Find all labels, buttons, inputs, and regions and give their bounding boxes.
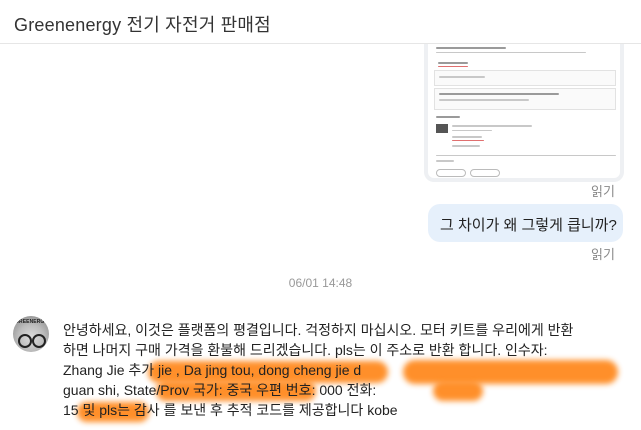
received-message: 안녕하세요, 이것은 플랫폼의 평결입니다. 걱정하지 마십시오. 모터 키트를… [63,320,623,422]
chat-header: Greenenergy 전기 자전거 판매점 [0,0,641,44]
sent-message-text: 그 차이가 왜 그렇게 큽니까? [440,217,617,234]
message-line: Zhang Jie 추가 jie , Da jing tou, dong che… [63,362,362,378]
store-name-title: Greenenergy 전기 자전거 판매점 [14,15,271,35]
order-screenshot-thumbnail [428,44,620,178]
sent-message-bubble: 그 차이가 왜 그렇게 큽니까? [428,204,623,242]
message-line: guan shi, State/Prov 국가: 중국 우편 번호: 000 전… [63,382,377,398]
read-receipt: 읽기 [591,247,615,262]
date-divider: 06/01 14:48 [288,276,353,290]
seller-avatar[interactable]: GREENERGY [13,316,49,352]
read-receipt: 읽기 [591,184,615,199]
message-line: 하면 나머지 구매 가격을 환불해 드리겠습니다. pls는 이 주소로 반환 … [63,342,548,358]
avatar-logo: GREENERGY [15,319,48,325]
message-line: 15 및 pls는 감사 를 보낸 후 추적 코드를 제공합니다 kobe [63,402,398,418]
image-message[interactable] [424,44,624,182]
message-line: 안녕하세요, 이것은 플랫폼의 평결입니다. 걱정하지 마십시오. 모터 키트를… [63,322,574,338]
